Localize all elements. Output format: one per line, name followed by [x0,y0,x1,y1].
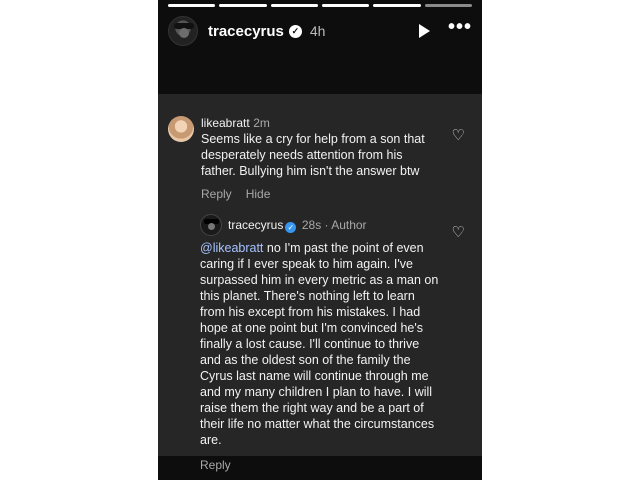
progress-segment [321,4,370,7]
story-progress-bar [168,4,472,7]
comment-body: no I'm past the point of even caring if … [200,241,439,447]
comment-username[interactable]: tracecyrus [228,218,283,232]
mention-link[interactable]: @likeabratt [200,241,263,255]
comment-reply: tracecyrus ✓ 28s · Author @likeabratt no … [200,214,440,472]
story-time: 4h [309,23,326,39]
comment-text: Seems like a cry for help from a son tha… [201,132,425,178]
progress-segment [270,4,318,7]
play-icon[interactable] [418,24,430,38]
story-header: tracecyrus ✓ 4h ••• [168,15,472,47]
avatar[interactable] [200,214,222,236]
progress-segment [219,4,267,7]
reply-button[interactable]: Reply [200,458,231,472]
progress-segment [373,4,421,7]
comment-text: @likeabratt no I'm past the point of eve… [200,240,440,448]
hide-button[interactable]: Hide [246,187,271,201]
story-username[interactable]: tracecyrus [208,23,284,40]
verified-badge-icon: ✓ [285,222,297,233]
progress-segment [424,4,472,7]
comment-screenshot: likeabratt 2m Seems like a cry for help … [158,94,482,472]
comment-username[interactable]: likeabratt [201,116,250,130]
avatar[interactable] [168,116,194,142]
comment-time: 2m [253,116,270,130]
heart-icon[interactable]: ♡ [452,225,465,240]
comment: likeabratt 2m Seems like a cry for help … [168,116,438,201]
avatar[interactable] [168,16,198,46]
comment-meta: 28s · Author [301,218,367,232]
verified-badge-icon: ✓ [288,24,302,38]
progress-segment [168,4,216,7]
story-viewer[interactable]: tracecyrus ✓ 4h ••• likeabratt 2m Seems … [158,0,482,480]
heart-icon[interactable]: ♡ [452,128,465,143]
more-icon[interactable]: ••• [448,17,472,37]
reply-button[interactable]: Reply [201,187,232,201]
